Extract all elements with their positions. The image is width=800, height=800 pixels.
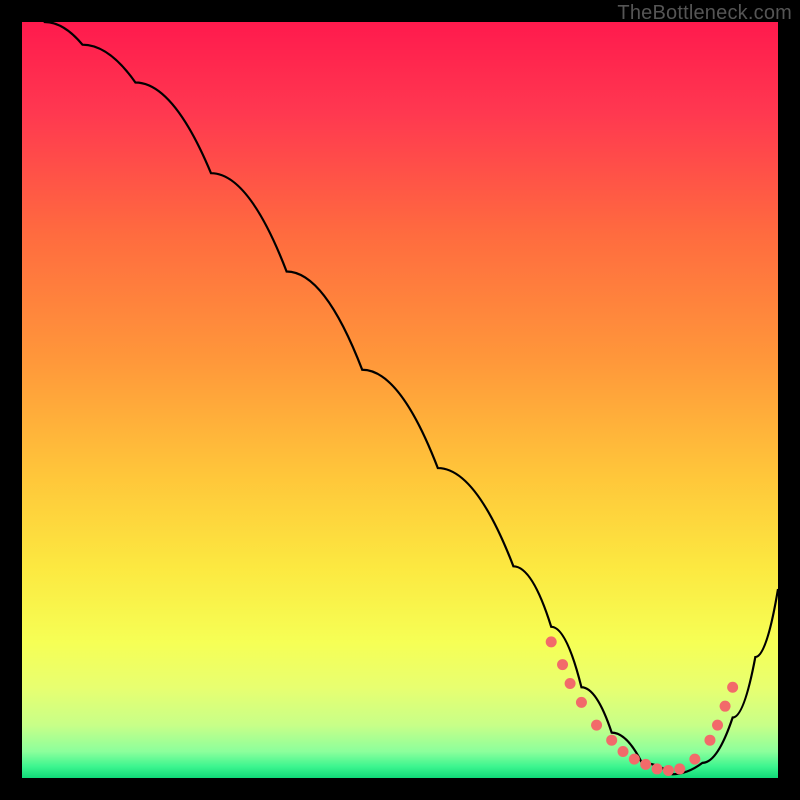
gradient-background [22, 22, 778, 778]
attribution-text: TheBottleneck.com [617, 2, 792, 25]
chart-frame: TheBottleneck.com [0, 0, 800, 800]
plot-area [22, 22, 778, 778]
